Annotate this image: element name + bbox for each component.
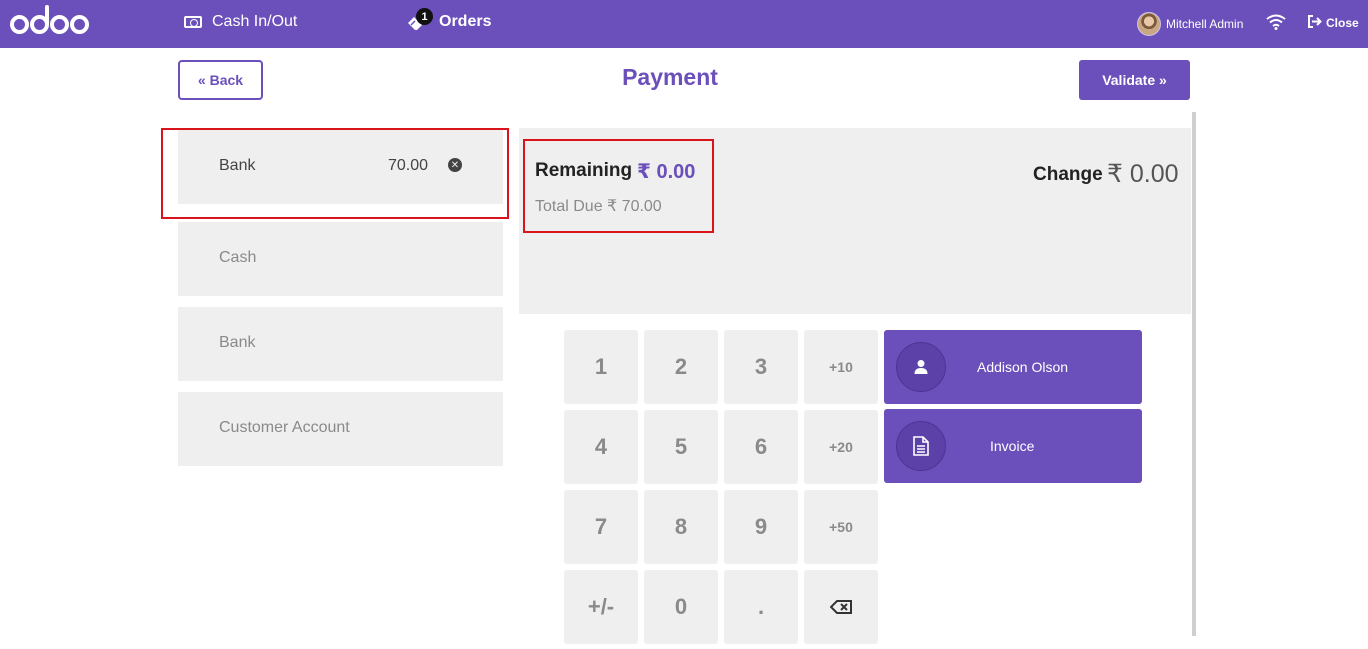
back-button[interactable]: « Back [178, 60, 263, 100]
cash-in-out-label: Cash In/Out [212, 13, 298, 30]
money-icon [184, 16, 202, 28]
payment-method-customer-account[interactable]: Customer Account [178, 392, 503, 466]
numpad-key-5[interactable]: 5 [644, 410, 718, 484]
payment-method-label: Cash [219, 249, 257, 266]
numpad-key-8[interactable]: 8 [644, 490, 718, 564]
file-text-icon [896, 421, 946, 471]
numpad-key-6[interactable]: 6 [724, 410, 798, 484]
avatar [1137, 12, 1161, 36]
odoo-logo [10, 4, 89, 40]
total-due: Total Due ₹ 70.00 [535, 198, 662, 215]
numpad-key-7[interactable]: 7 [564, 490, 638, 564]
orders-button[interactable]: 1 Orders [407, 8, 492, 34]
numpad-key-plus20[interactable]: +20 [804, 410, 878, 484]
close-button[interactable]: Close [1307, 15, 1359, 31]
numpad-key-plus10[interactable]: +10 [804, 330, 878, 404]
numpad-key-backspace[interactable] [804, 570, 878, 644]
customer-name: Addison Olson [977, 359, 1069, 375]
numpad-key-3[interactable]: 3 [724, 330, 798, 404]
page-title: Payment [622, 64, 718, 90]
payment-method-bank[interactable]: Bank [178, 307, 503, 381]
invoice-button[interactable]: Invoice [884, 409, 1142, 483]
highlight-box-remaining [523, 139, 714, 233]
user-name: Mitchell Admin [1166, 17, 1244, 31]
customer-button[interactable]: Addison Olson [884, 330, 1142, 404]
close-label: Close [1326, 16, 1359, 30]
numpad-key-plus50[interactable]: +50 [804, 490, 878, 564]
orders-count-badge: 1 [416, 8, 433, 25]
user-menu[interactable]: Mitchell Admin [1137, 12, 1243, 36]
cash-in-out-button[interactable]: Cash In/Out [184, 13, 297, 31]
scrollbar[interactable] [1192, 112, 1196, 636]
payment-method-cash[interactable]: Cash [178, 222, 503, 296]
numpad-key-decimal[interactable]: . [724, 570, 798, 644]
highlight-box-payment-line [161, 128, 509, 219]
user-icon [896, 342, 946, 392]
backspace-icon [829, 594, 852, 620]
numpad-key-1[interactable]: 1 [564, 330, 638, 404]
numpad-key-0[interactable]: 0 [644, 570, 718, 644]
numpad-key-plus-minus[interactable]: +/- [564, 570, 638, 644]
numpad-key-2[interactable]: 2 [644, 330, 718, 404]
numpad-key-9[interactable]: 9 [724, 490, 798, 564]
payment-method-label: Customer Account [219, 419, 350, 436]
numpad-key-4[interactable]: 4 [564, 410, 638, 484]
change-value: ₹ 0.00 [1107, 160, 1179, 188]
change-label: Change [1033, 164, 1103, 185]
remaining-label: Remaining [535, 160, 633, 181]
orders-label: Orders [439, 13, 492, 30]
wifi-icon [1266, 14, 1286, 35]
payment-method-label: Bank [219, 334, 256, 351]
invoice-label: Invoice [990, 438, 1035, 454]
sign-out-icon [1307, 15, 1322, 31]
ticket-icon: 1 [407, 8, 433, 34]
remaining-value: ₹ 0.00 [637, 161, 696, 183]
validate-button[interactable]: Validate » [1079, 60, 1190, 100]
top-navbar: Cash In/Out 1 Orders Mitchell Admin Clos… [0, 0, 1368, 48]
